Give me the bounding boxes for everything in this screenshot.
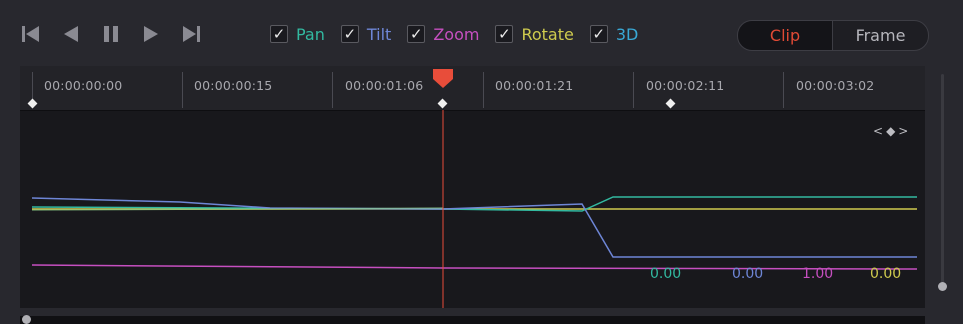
- horizontal-scroll-handle[interactable]: [22, 315, 31, 324]
- play-button[interactable]: [140, 23, 162, 45]
- vertical-zoom-track[interactable]: [941, 74, 944, 286]
- tilt-value[interactable]: 0.00: [732, 266, 763, 282]
- timecode-label: 00:00:00:15: [194, 78, 273, 93]
- frame-button[interactable]: Frame: [832, 21, 928, 50]
- skip-to-start-icon: [22, 26, 39, 42]
- rotate-filter[interactable]: ✓ Rotate: [495, 24, 574, 44]
- keyframe-editor: { "transport": { "buttons": ["skip-to-st…: [0, 0, 963, 324]
- pan-label: Pan: [296, 24, 325, 44]
- transport-controls: [20, 20, 202, 48]
- curve-area[interactable]: [20, 110, 925, 308]
- ruler-tick: [332, 72, 333, 108]
- skip-to-start-button[interactable]: [20, 23, 42, 45]
- keyframe-navigation: <◆>: [873, 124, 911, 138]
- previous-frame-button[interactable]: [60, 23, 82, 45]
- playhead-handle[interactable]: [432, 68, 454, 90]
- clip-button[interactable]: Clip: [738, 21, 832, 50]
- 3d-filter[interactable]: ✓ 3D: [589, 24, 639, 44]
- skip-to-end-icon: [183, 26, 200, 42]
- next-keyframe-icon[interactable]: >: [898, 124, 911, 138]
- pan-checkbox[interactable]: ✓: [270, 25, 288, 43]
- tilt-curve[interactable]: [31, 197, 917, 258]
- rotate-value[interactable]: 0.00: [870, 266, 901, 282]
- pan-value[interactable]: 0.00: [650, 266, 681, 282]
- pause-icon: [104, 26, 118, 42]
- ruler-tick: [483, 72, 484, 108]
- timecode-label: 00:00:03:02: [796, 78, 875, 93]
- keyframe-marker[interactable]: [437, 98, 448, 109]
- pause-button[interactable]: [100, 23, 122, 45]
- previous-keyframe-icon[interactable]: <: [873, 124, 886, 138]
- 3d-checkbox[interactable]: ✓: [589, 25, 608, 43]
- timecode-label: 00:00:01:21: [495, 78, 574, 93]
- play-reverse-icon: [64, 26, 78, 42]
- ruler-tick: [182, 72, 183, 108]
- ruler-tick: [633, 72, 634, 108]
- curve-graph-panel[interactable]: 00:00:00:00 00:00:00:15 00:00:01:06 00:0…: [20, 66, 925, 308]
- zoom-value[interactable]: 1.00: [802, 266, 833, 282]
- tilt-filter[interactable]: ✓ Tilt: [340, 24, 392, 44]
- horizontal-scrollbar[interactable]: [20, 316, 925, 324]
- skip-to-end-button[interactable]: [180, 23, 202, 45]
- 3d-label: 3D: [615, 24, 639, 44]
- ruler-tick: [783, 72, 784, 108]
- vertical-zoom-handle[interactable]: [938, 282, 947, 291]
- timecode-label: 00:00:01:06: [345, 78, 424, 93]
- keyframe-marker[interactable]: [665, 98, 676, 109]
- add-keyframe-icon[interactable]: ◆: [886, 124, 898, 138]
- rotate-checkbox[interactable]: ✓: [495, 25, 514, 43]
- zoom-filter[interactable]: ✓ Zoom: [407, 25, 479, 44]
- rotate-label: Rotate: [521, 24, 574, 44]
- channel-filters: ✓ Pan ✓ Tilt ✓ Zoom ✓ Rotate ✓ 3D: [270, 22, 654, 46]
- keyframe-marker[interactable]: [27, 98, 38, 109]
- toolbar: ✓ Pan ✓ Tilt ✓ Zoom ✓ Rotate ✓ 3D Clip F…: [0, 0, 963, 66]
- zoom-label: Zoom: [433, 24, 480, 44]
- play-icon: [144, 26, 158, 42]
- zoom-curve[interactable]: [31, 264, 918, 270]
- clip-frame-toggle: Clip Frame: [737, 20, 929, 51]
- pan-filter[interactable]: ✓ Pan: [270, 25, 325, 44]
- zoom-checkbox[interactable]: ✓: [407, 25, 426, 43]
- timecode-label: 00:00:00:00: [44, 78, 123, 93]
- timecode-ruler[interactable]: 00:00:00:00 00:00:00:15 00:00:01:06 00:0…: [20, 66, 925, 111]
- tilt-checkbox[interactable]: ✓: [340, 25, 359, 43]
- timecode-label: 00:00:02:11: [646, 78, 725, 93]
- tilt-label: Tilt: [366, 24, 392, 44]
